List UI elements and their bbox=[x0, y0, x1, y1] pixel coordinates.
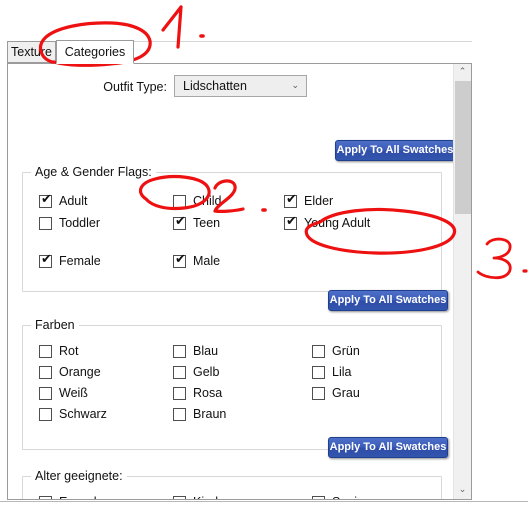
tab-strip-filler bbox=[134, 41, 472, 64]
checkbox-label: Senior bbox=[332, 494, 368, 499]
checkbox-box bbox=[312, 345, 325, 358]
checkbox-label: Rot bbox=[59, 344, 79, 358]
checkbox-label: Erwachsene bbox=[59, 494, 128, 499]
checkbox-box bbox=[312, 496, 325, 499]
checkbox-label: Gelb bbox=[193, 365, 220, 379]
checkbox-box: ✔ bbox=[173, 214, 186, 230]
group-farben-title: Farben bbox=[31, 318, 79, 332]
tab-categories-label: Categories bbox=[64, 45, 126, 59]
checkbox-box bbox=[173, 366, 186, 379]
scroll-down-arrow-icon[interactable]: ⌄ bbox=[454, 482, 471, 499]
checkbox-label: Adult bbox=[59, 194, 88, 208]
checkbox-box bbox=[173, 195, 186, 208]
outfit-type-dropdown[interactable]: Lidschatten ⌄ bbox=[174, 75, 307, 97]
scrollbar-thumb[interactable] bbox=[455, 81, 471, 214]
annotation-number-1 bbox=[161, 5, 183, 32]
checkbox-box bbox=[39, 366, 52, 379]
checkbox-box bbox=[312, 366, 325, 379]
check-icon: ✔ bbox=[286, 192, 297, 207]
annotation-number-3 bbox=[476, 237, 512, 280]
checkbox-box: ✔ bbox=[39, 252, 52, 268]
check-icon: ✔ bbox=[175, 214, 186, 229]
tab-texture-label: Texture bbox=[11, 45, 52, 59]
scroll-content: Outfit Type: Lidschatten ⌄ Apply To All … bbox=[8, 64, 455, 499]
checkbox-box: ✔ bbox=[284, 192, 297, 208]
check-icon: ✔ bbox=[41, 252, 52, 267]
checkbox-label: Female bbox=[59, 254, 101, 268]
checkbox-box bbox=[173, 345, 186, 358]
group-farben: Farben Rot Blau Grün Orange Gelb Lila We… bbox=[22, 318, 442, 450]
checkbox-label: Grau bbox=[332, 386, 360, 400]
checkbox-label: Weiß bbox=[59, 386, 88, 400]
window-bottom-edge bbox=[0, 501, 528, 506]
checkbox-label: Blau bbox=[193, 344, 219, 358]
chevron-down-icon: ⌄ bbox=[291, 81, 299, 91]
checkbox-box: ✔ bbox=[39, 192, 52, 208]
apply-to-all-swatches-button-age-gender[interactable]: Apply To All Swatches bbox=[328, 290, 448, 311]
checkbox-label: Schwarz bbox=[59, 407, 107, 421]
checkbox-label: Braun bbox=[193, 407, 227, 421]
checkbox-label: Male bbox=[193, 254, 221, 268]
checkbox-label: Lila bbox=[332, 365, 352, 379]
checkbox-box bbox=[39, 217, 52, 230]
checkbox-box bbox=[173, 496, 186, 499]
checkbox-box: ✔ bbox=[284, 214, 297, 230]
tab-categories[interactable]: Categories bbox=[56, 40, 134, 64]
checkbox-label: Orange bbox=[59, 365, 101, 379]
group-age-gender-flags-title: Age & Gender Flags: bbox=[31, 165, 156, 179]
checkbox-label: Kind bbox=[193, 494, 218, 499]
check-icon: ✔ bbox=[41, 192, 52, 207]
scroll-up-arrow-icon[interactable]: ⌃ bbox=[454, 64, 471, 81]
checkbox-box bbox=[173, 408, 186, 421]
apply-to-all-swatches-button-outfit[interactable]: Apply To All Swatches bbox=[335, 140, 455, 161]
checkbox-box bbox=[39, 408, 52, 421]
checkbox-label: Child bbox=[193, 194, 222, 208]
checkbox-box bbox=[312, 387, 325, 400]
group-age-gender-flags: Age & Gender Flags: ✔ Adult Child ✔ Elde… bbox=[22, 165, 442, 292]
checkbox-box bbox=[173, 387, 186, 400]
vertical-scrollbar[interactable]: ⌃ ⌄ bbox=[453, 64, 471, 499]
checkbox-label: Toddler bbox=[59, 216, 100, 230]
group-alter-geeignete: Alter geeignete: Erwachsene Kind Senior … bbox=[22, 469, 442, 499]
checkbox-label: Rosa bbox=[193, 386, 223, 400]
dialog-window: Texture Categories Outfit Type: Lidschat… bbox=[0, 0, 528, 506]
checkbox-box bbox=[39, 345, 52, 358]
check-icon: ✔ bbox=[175, 252, 186, 267]
check-icon: ✔ bbox=[286, 214, 297, 229]
checkbox-label: Young Adult bbox=[304, 216, 371, 230]
checkbox-box: ✔ bbox=[173, 252, 186, 268]
group-alter-geeignete-title: Alter geeignete: bbox=[31, 469, 127, 483]
categories-tab-page: Outfit Type: Lidschatten ⌄ Apply To All … bbox=[7, 63, 472, 500]
apply-to-all-swatches-button-farben[interactable]: Apply To All Swatches bbox=[328, 437, 448, 458]
checkbox-label: Teen bbox=[193, 216, 221, 230]
checkbox-label: Grün bbox=[332, 344, 360, 358]
tab-strip: Texture Categories bbox=[7, 40, 472, 64]
tab-texture[interactable]: Texture bbox=[7, 41, 56, 63]
checkbox-box bbox=[39, 496, 52, 499]
outfit-type-label: Outfit Type: bbox=[103, 80, 167, 94]
outfit-type-value: Lidschatten bbox=[183, 79, 247, 93]
checkbox-box bbox=[39, 387, 52, 400]
checkbox-label: Elder bbox=[304, 194, 334, 208]
